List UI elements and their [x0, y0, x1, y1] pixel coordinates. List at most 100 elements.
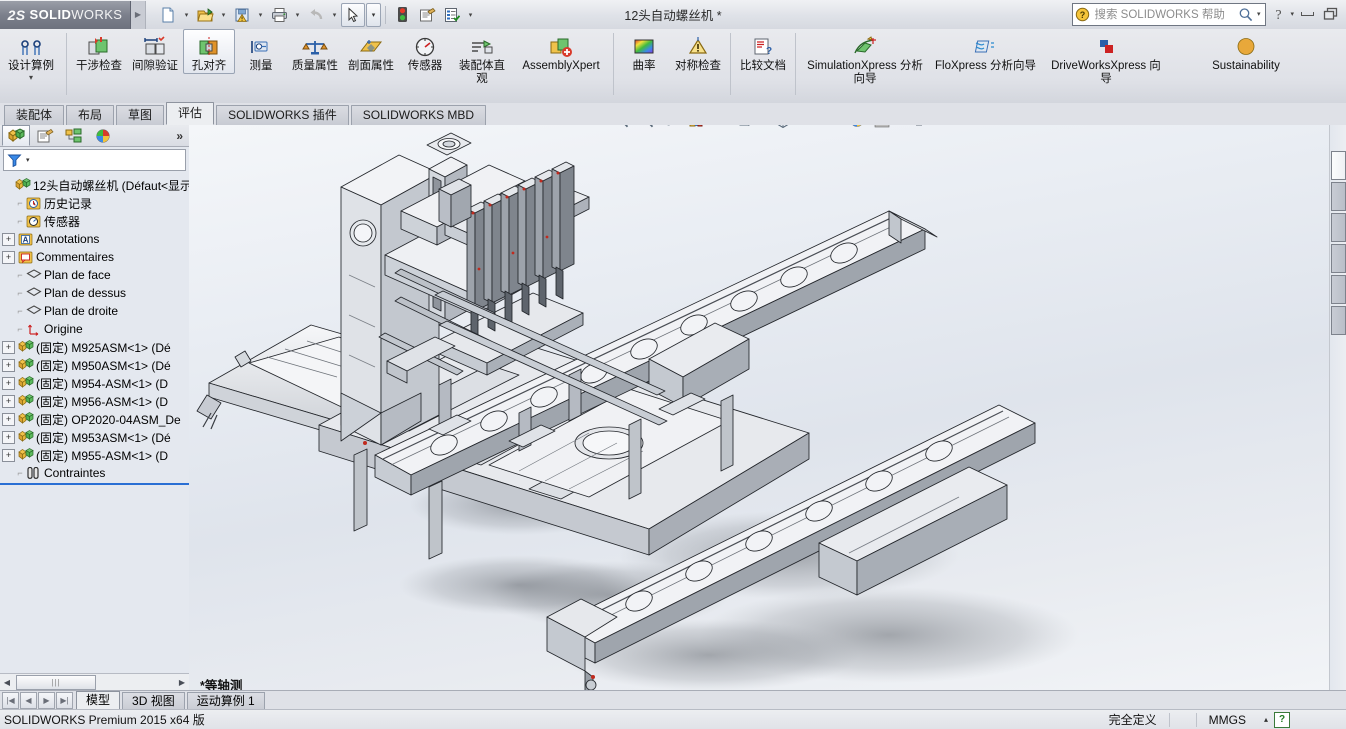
interference-check-button[interactable]: 干涉检查: [71, 29, 127, 74]
task-pane-tab-file-explorer[interactable]: [1331, 213, 1346, 242]
tab-sketch[interactable]: 草图: [116, 105, 164, 125]
tree-item-component-m956asm[interactable]: + (固定) M956-ASM<1> (D: [0, 392, 189, 410]
search-dropdown-arrow[interactable]: ▾: [1254, 10, 1264, 18]
tab-assembly[interactable]: 装配体: [4, 105, 64, 125]
scroll-left-arrow[interactable]: ◀: [0, 675, 14, 689]
assembly-visualization-button[interactable]: 装配体直观: [451, 29, 513, 86]
tree-item-comments[interactable]: + Commentaires: [0, 248, 189, 266]
task-pane-tab-custom-properties[interactable]: [1331, 306, 1346, 335]
mass-properties-button[interactable]: 质量属性: [287, 29, 343, 74]
menu-expand-arrow[interactable]: ▶: [131, 1, 146, 29]
save-document-dropdown[interactable]: ▾: [255, 4, 266, 26]
options-button[interactable]: [440, 3, 464, 27]
simulation-xpress-button[interactable]: SimulationXpress 分析向导: [800, 29, 930, 86]
tree-item-root[interactable]: 12头自动螺丝机 (Défaut<显示: [0, 176, 189, 194]
last-tab-button[interactable]: ▶|: [56, 692, 73, 709]
open-document-button[interactable]: [193, 3, 217, 27]
print-document-dropdown[interactable]: ▾: [292, 4, 303, 26]
task-pane-tab-design-library[interactable]: [1331, 182, 1346, 211]
hole-alignment-button[interactable]: 孔对齐: [183, 29, 235, 74]
tab-motion-study[interactable]: 运动算例 1: [187, 692, 265, 710]
expand-icon[interactable]: +: [2, 395, 15, 408]
tree-item-origin[interactable]: ⌐ Origine: [0, 320, 189, 338]
assembly-xpert-button[interactable]: AssemblyXpert: [513, 29, 609, 74]
help-dropdown-arrow[interactable]: ▾: [1290, 10, 1294, 18]
clearance-verify-button[interactable]: 间隙验证: [127, 29, 183, 74]
tree-item-front-plane[interactable]: ⌐ Plan de face: [0, 266, 189, 284]
tab-solidworks-addins[interactable]: SOLIDWORKS 插件: [216, 105, 349, 125]
feature-manager-more-tabs[interactable]: »: [176, 129, 189, 143]
units-dropdown-arrow[interactable]: ▴: [1258, 715, 1274, 724]
next-tab-button[interactable]: ▶: [38, 692, 55, 709]
solidworks-logo[interactable]: 2S SOLID WORKS: [0, 1, 131, 29]
tree-item-right-plane[interactable]: ⌐ Plan de droite: [0, 302, 189, 320]
graphics-viewport[interactable]: A ▾ ▾: [189, 125, 1330, 690]
scroll-thumb[interactable]: |||: [16, 675, 96, 690]
tree-item-history[interactable]: ⌐ 历史记录: [0, 194, 189, 212]
tree-item-sensors[interactable]: ⌐ 传感器: [0, 212, 189, 230]
scroll-right-arrow[interactable]: ▶: [175, 675, 189, 689]
tree-item-annotations[interactable]: + A Annotations: [0, 230, 189, 248]
help-search-box[interactable]: ? 搜索 SOLIDWORKS 帮助 ▾: [1072, 3, 1266, 26]
select-tool-dropdown[interactable]: ▾: [366, 3, 381, 27]
tree-item-component-m954asm[interactable]: + (固定) M954-ASM<1> (D: [0, 374, 189, 392]
sustainability-button[interactable]: Sustainability: [1199, 29, 1293, 74]
tree-item-component-m925asm[interactable]: + (固定) M925ASM<1> (Dé: [0, 338, 189, 356]
restore-window-button[interactable]: [1320, 4, 1342, 24]
tree-item-mates[interactable]: ⌐ Contraintes: [0, 464, 189, 482]
feature-manager-tree-tab[interactable]: [2, 125, 30, 146]
expand-icon[interactable]: +: [2, 449, 15, 462]
print-document-button[interactable]: [267, 3, 291, 27]
expand-icon[interactable]: +: [2, 251, 15, 264]
tab-evaluate[interactable]: 评估: [166, 102, 214, 125]
tree-rollback-bar[interactable]: [0, 483, 189, 485]
status-help-badge[interactable]: ?: [1274, 712, 1290, 728]
driveworks-xpress-button[interactable]: DriveWorksXpress 向导: [1041, 29, 1171, 86]
sensor-button[interactable]: 传感器: [399, 29, 451, 74]
new-document-dropdown[interactable]: ▾: [181, 4, 192, 26]
design-study-button[interactable]: 设计算例 ▾: [0, 29, 62, 83]
feature-tree-filter[interactable]: ▾: [3, 149, 186, 171]
tree-item-component-m955asm[interactable]: + (固定) M955-ASM<1> (D: [0, 446, 189, 464]
expand-icon[interactable]: +: [2, 413, 15, 426]
expand-icon[interactable]: +: [2, 233, 15, 246]
expand-icon[interactable]: +: [2, 377, 15, 390]
undo-dropdown[interactable]: ▾: [329, 4, 340, 26]
curvature-button[interactable]: 曲率: [618, 29, 670, 74]
undo-button[interactable]: [304, 3, 328, 27]
property-manager-tab[interactable]: [31, 125, 59, 146]
task-pane-tab-view-palette[interactable]: [1331, 244, 1346, 273]
cad-model-render[interactable]: [189, 125, 1330, 690]
configuration-manager-tab[interactable]: [60, 125, 88, 146]
task-pane-tab-resources[interactable]: [1331, 151, 1346, 180]
options-dropdown[interactable]: ▾: [465, 4, 476, 26]
open-document-dropdown[interactable]: ▾: [218, 4, 229, 26]
filter-dropdown-arrow[interactable]: ▾: [22, 156, 30, 164]
expand-icon[interactable]: +: [2, 431, 15, 444]
symmetry-check-button[interactable]: 对称检查: [670, 29, 726, 74]
expand-icon[interactable]: +: [2, 359, 15, 372]
units-label[interactable]: MMGS: [1197, 713, 1258, 727]
previous-tab-button[interactable]: ◀: [20, 692, 37, 709]
new-document-button[interactable]: [156, 3, 180, 27]
tree-item-component-m953asm[interactable]: + (固定) M953ASM<1> (Dé: [0, 428, 189, 446]
section-properties-button[interactable]: 剖面属性: [343, 29, 399, 74]
file-properties-button[interactable]: [415, 3, 439, 27]
flo-xpress-button[interactable]: FloXpress 分析向导: [930, 29, 1041, 74]
tab-3d-views[interactable]: 3D 视图: [122, 692, 185, 710]
tree-item-top-plane[interactable]: ⌐ Plan de dessus: [0, 284, 189, 302]
display-manager-tab[interactable]: [89, 125, 117, 146]
feature-tree-horizontal-scrollbar[interactable]: ◀ ||| ▶: [0, 673, 189, 690]
tab-solidworks-mbd[interactable]: SOLIDWORKS MBD: [351, 105, 486, 125]
measure-button[interactable]: 测量: [235, 29, 287, 74]
save-document-button[interactable]: [230, 3, 254, 27]
help-button[interactable]: ?: [1268, 4, 1288, 24]
compare-documents-button[interactable]: ? 比较文档: [735, 29, 791, 74]
tree-item-component-m950asm[interactable]: + (固定) M950ASM<1> (Dé: [0, 356, 189, 374]
select-tool-button[interactable]: [341, 3, 365, 27]
tab-layout[interactable]: 布局: [66, 105, 114, 125]
rebuild-button[interactable]: [390, 3, 414, 27]
expand-icon[interactable]: +: [2, 341, 15, 354]
minimize-window-button[interactable]: [1296, 4, 1318, 24]
tree-item-component-op2020-04asm[interactable]: + (固定) OP2020-04ASM_De: [0, 410, 189, 428]
